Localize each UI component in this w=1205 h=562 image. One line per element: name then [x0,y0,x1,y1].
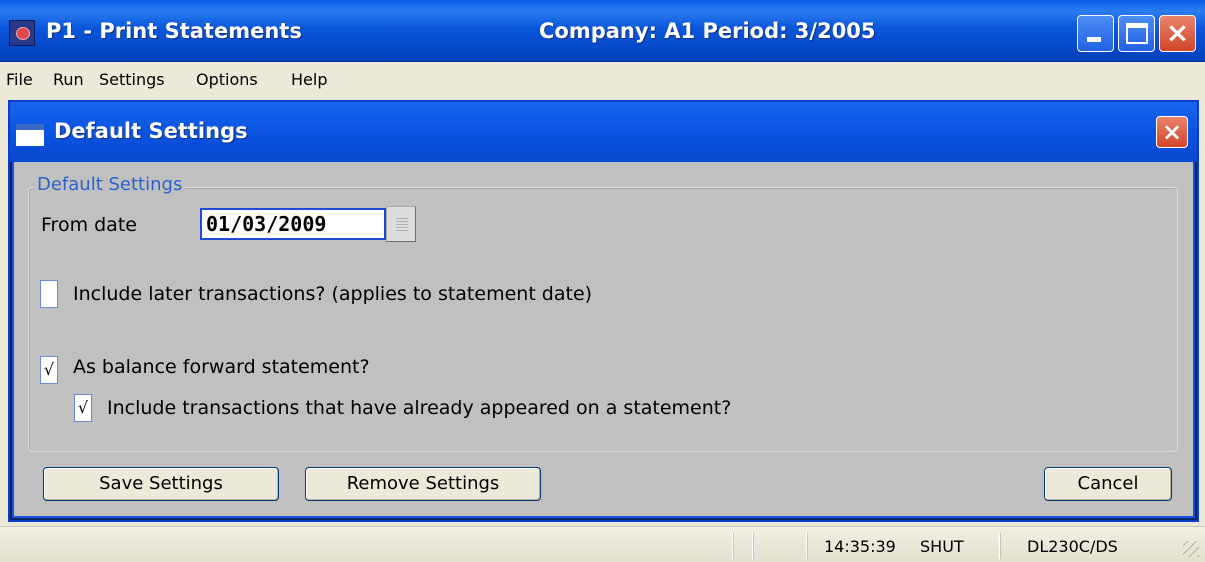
menu-settings[interactable]: Settings [99,70,165,89]
include-appeared-label: Include transactions that have already a… [107,397,732,419]
default-settings-dialog: Default Settings × Default Settings From… [8,100,1199,522]
from-date-input[interactable]: 01/03/2009 [200,208,386,240]
menu-bar: File Run Settings Options Help [0,62,1205,96]
close-icon: × [1165,16,1190,49]
app-icon[interactable] [9,20,35,46]
status-divider [753,533,754,559]
dialog-close-button[interactable]: × [1156,116,1188,148]
resize-grip-icon[interactable] [1183,541,1199,557]
maximize-icon [1126,23,1148,44]
minimize-button[interactable] [1077,15,1114,52]
dialog-body: Default Settings From date 01/03/2009 In… [12,162,1195,518]
menu-file[interactable]: File [6,70,33,89]
include-later-label: Include later transactions? (applies to … [73,283,593,305]
close-button[interactable]: × [1159,15,1196,52]
balance-forward-checkbox[interactable]: √ [40,356,58,384]
status-time: 14:35:39 [824,537,896,556]
remove-settings-button[interactable]: Remove Settings [305,467,541,501]
window-icon [16,124,44,146]
window-title: P1 - Print Statements [46,19,302,43]
minimize-icon [1087,37,1101,42]
menu-options[interactable]: Options [196,70,258,89]
group-legend: Default Settings [34,174,186,195]
status-system: DL230C/DS [1027,537,1118,556]
menu-help[interactable]: Help [291,70,327,89]
status-divider [1000,533,1001,559]
dialog-title-bar[interactable]: Default Settings × [10,102,1197,162]
company-period-label: Company: A1 Period: 3/2005 [539,19,876,43]
close-icon: × [1161,118,1183,146]
from-date-label: From date [41,214,137,236]
save-settings-button[interactable]: Save Settings [43,467,279,501]
calendar-icon [396,217,408,231]
status-user: SHUT [920,537,964,556]
include-appeared-checkbox[interactable]: √ [74,394,92,422]
dialog-title: Default Settings [54,119,248,143]
include-later-checkbox[interactable] [40,280,58,308]
maximize-button[interactable] [1118,15,1155,52]
status-divider [807,533,808,559]
date-picker-button[interactable] [386,206,416,242]
menu-run[interactable]: Run [53,70,84,89]
balance-forward-label: As balance forward statement? [73,356,370,378]
cancel-button[interactable]: Cancel [1044,467,1172,501]
status-divider [733,533,734,559]
window-title-bar[interactable]: P1 - Print Statements Company: A1 Period… [0,0,1205,62]
status-bar: 14:35:39 SHUT DL230C/DS [0,526,1205,562]
